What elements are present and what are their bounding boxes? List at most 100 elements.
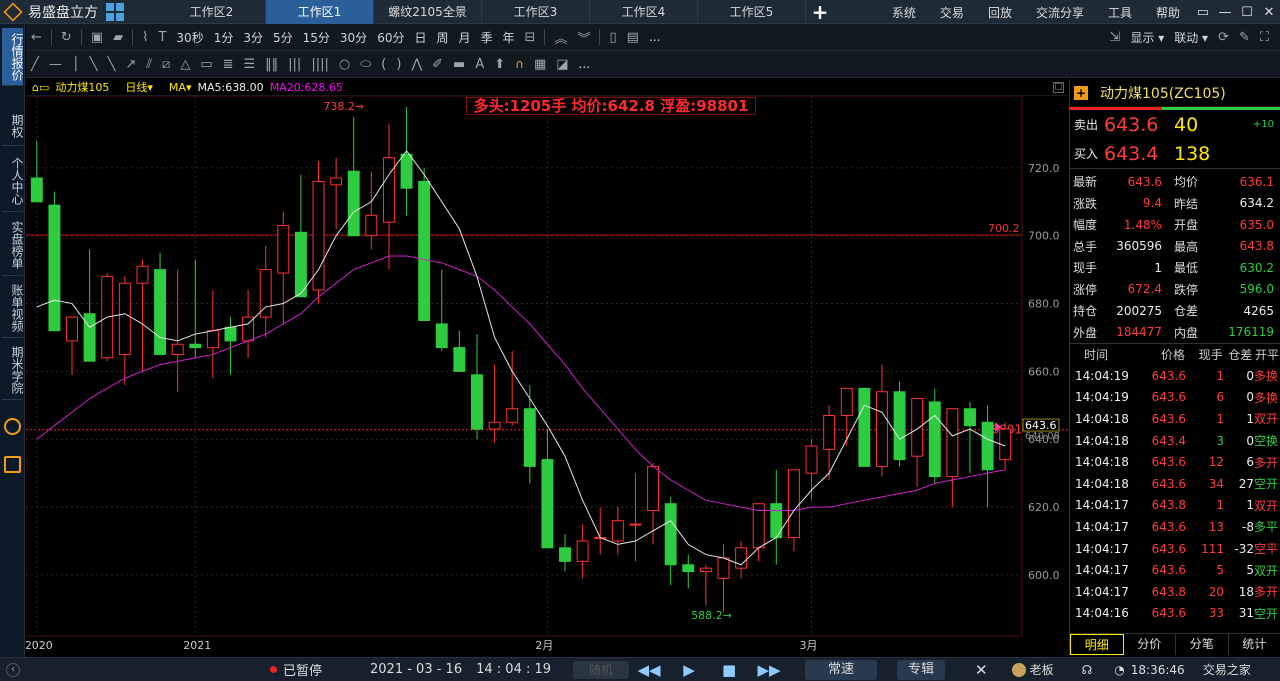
play-icon[interactable]: ▶	[669, 661, 709, 679]
draw-period-icon[interactable]: |||	[283, 57, 306, 72]
maximize-chart-icon[interactable]: □	[1053, 81, 1064, 93]
draw-vline-icon[interactable]: │	[67, 57, 85, 72]
headset-icon[interactable]: ☊	[1082, 663, 1093, 677]
menu-tools[interactable]: 工具	[1096, 4, 1144, 21]
draw-gann-icon[interactable]: ☰	[239, 57, 261, 72]
chart-type-icon[interactable]: ⌂▭	[32, 81, 49, 94]
menu-share[interactable]: 交流分享	[1024, 4, 1096, 21]
close-replay-icon[interactable]: ✕	[975, 661, 988, 679]
close-icon[interactable]: ✕	[1258, 5, 1280, 20]
tab-stats[interactable]: 统计	[1229, 634, 1280, 655]
sidebar-item-academy[interactable]: 期米学院	[2, 340, 24, 400]
draw-rect-icon[interactable]: ▭	[195, 57, 217, 72]
draw-parallel-icon[interactable]: ⫽	[141, 57, 157, 72]
period-week[interactable]: 周	[431, 29, 453, 46]
custom-period-icon[interactable]: ⊟	[520, 30, 541, 45]
tab-workspace-5[interactable]: 工作区5	[698, 0, 806, 24]
chart-symbol[interactable]: 动力煤105	[55, 79, 109, 95]
replay-date[interactable]: 2021 - 03 - 16	[370, 662, 462, 677]
circle-icon[interactable]	[4, 418, 21, 435]
more-draw-icon[interactable]: ...	[574, 57, 595, 71]
period-month[interactable]: 月	[454, 29, 476, 46]
draw-ellipse-icon[interactable]: ⬭	[355, 57, 376, 72]
draw-circle-icon[interactable]: ○	[334, 57, 355, 72]
stop-icon[interactable]: ■	[709, 661, 749, 679]
display-dropdown[interactable]: 显示 ▾	[1125, 29, 1169, 46]
period-1m[interactable]: 1分	[209, 29, 239, 46]
draw-cycle-icon[interactable]: ‖‖	[260, 57, 283, 72]
restore-icon[interactable]: ▭	[1192, 5, 1214, 20]
menu-system[interactable]: 系统	[880, 4, 928, 21]
cursor-icon[interactable]: ⇲	[1104, 30, 1125, 45]
menu-replay[interactable]: 回放	[976, 4, 1024, 21]
ask-row[interactable]: 卖出 643.6 40 +10	[1070, 110, 1280, 139]
link-dropdown[interactable]: 联动 ▾	[1169, 29, 1213, 46]
draw-ruler-icon[interactable]: ▬	[448, 57, 470, 72]
tab-rebar-2105[interactable]: 螺纹2105全景	[374, 0, 482, 24]
avatar[interactable]	[1011, 662, 1026, 677]
draw-pen-icon[interactable]: ✐	[427, 57, 448, 72]
draw-channel-icon[interactable]: ⧄	[157, 57, 175, 72]
draw-ray-icon[interactable]: ╲	[102, 57, 120, 72]
period-dropdown[interactable]: 日线▾	[119, 79, 153, 95]
copy-icon[interactable]: ▯	[604, 30, 621, 45]
draw-image-icon[interactable]: ▦	[529, 57, 551, 72]
sidebar-item-quotes[interactable]: 行情报价	[2, 28, 24, 86]
edit-button[interactable]: 专辑	[897, 659, 946, 680]
refresh-icon[interactable]: ↻	[56, 30, 77, 45]
kline-chart[interactable]: 720.0 700.0 680.0 660.0 640.0 620.0 600.0 2020 2…	[26, 96, 1068, 653]
fast-forward-icon[interactable]: ▶▶	[749, 661, 789, 679]
zoom-in-icon[interactable]: ︽	[549, 28, 572, 47]
speed-button[interactable]: 常速	[805, 659, 878, 680]
tab-workspace-2[interactable]: 工作区2	[158, 0, 266, 24]
minimize-icon[interactable]: —	[1214, 5, 1236, 20]
save-icon[interactable]: ▣	[86, 30, 108, 45]
text-icon[interactable]: T	[153, 30, 171, 45]
line-chart-icon[interactable]: ⌇	[137, 30, 153, 45]
sidebar-item-options[interactable]: 期权	[2, 106, 24, 146]
period-30s[interactable]: 30秒	[171, 29, 208, 46]
maximize-icon[interactable]: ☐	[1236, 5, 1258, 20]
rewind-icon[interactable]: ◀◀	[629, 661, 669, 679]
fullscreen-icon[interactable]: ⛶	[1255, 30, 1274, 45]
layout-icon[interactable]: ▤	[622, 30, 644, 45]
tab-workspace-4[interactable]: 工作区4	[590, 0, 698, 24]
period-15m[interactable]: 15分	[298, 29, 335, 46]
back-icon[interactable]: ←	[26, 30, 47, 45]
tab-per-trade[interactable]: 分笔	[1176, 634, 1229, 655]
tab-workspace-1[interactable]: 工作区1	[266, 0, 374, 24]
grid-icon[interactable]	[106, 2, 124, 21]
period-3m[interactable]: 3分	[238, 29, 268, 46]
draw-arrow-icon[interactable]: ↗	[120, 57, 141, 72]
draw-segment-icon[interactable]: ╲	[85, 57, 103, 72]
collapse-icon[interactable]: ‹	[6, 662, 20, 677]
sync-icon[interactable]: ⟳	[1213, 30, 1234, 45]
add-tab-icon[interactable]: +	[806, 0, 834, 24]
indicator-dropdown[interactable]: MA▾	[163, 81, 192, 94]
tab-detail[interactable]: 明细	[1070, 634, 1124, 655]
draw-arc2-icon[interactable]: )	[391, 57, 406, 72]
edit-icon[interactable]: ✎	[1234, 30, 1255, 45]
menu-trade[interactable]: 交易	[928, 4, 976, 21]
replay-time[interactable]: 14 : 04 : 19	[476, 662, 551, 677]
draw-triangle-icon[interactable]: △	[175, 57, 195, 72]
draw-line-icon[interactable]: ╱	[26, 57, 44, 72]
tab-workspace-3[interactable]: 工作区3	[482, 0, 590, 24]
tab-price-volume[interactable]: 分价	[1124, 634, 1176, 655]
period-60m[interactable]: 60分	[372, 29, 409, 46]
magnet-icon[interactable]: ∩	[510, 57, 529, 71]
random-button[interactable]: 随机	[573, 660, 630, 679]
menu-help[interactable]: 帮助	[1144, 4, 1192, 21]
period-5m[interactable]: 5分	[268, 29, 298, 46]
period-30m[interactable]: 30分	[335, 29, 372, 46]
zoom-out-icon[interactable]: ︾	[572, 28, 595, 47]
draw-arc-icon[interactable]: (	[376, 57, 391, 72]
contract-name[interactable]: 动力煤105(ZC105)	[1100, 83, 1226, 103]
sidebar-item-bill-video[interactable]: 账单视频	[2, 278, 24, 338]
draw-period2-icon[interactable]: ||||	[306, 57, 334, 72]
sidebar-item-leaderboard[interactable]: 实盘榜单	[2, 214, 24, 276]
period-day[interactable]: 日	[409, 29, 431, 46]
draw-hline-icon[interactable]: —	[44, 57, 67, 72]
draw-up-arrow-icon[interactable]: ⬆	[489, 57, 510, 72]
open-folder-icon[interactable]: ▰	[108, 30, 128, 45]
